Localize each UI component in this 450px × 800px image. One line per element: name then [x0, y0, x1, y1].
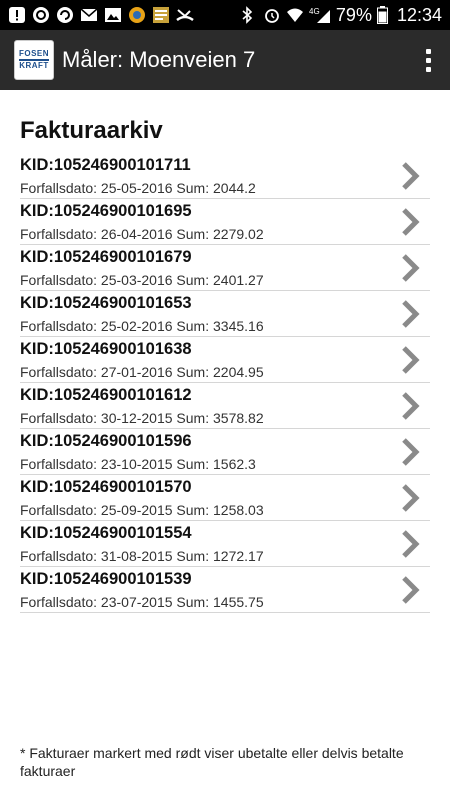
app-icon [128, 6, 146, 24]
chevron-right-icon [400, 391, 420, 421]
invoice-archive: Fakturaarkiv KID:105246900101711 Forfalls… [20, 90, 430, 613]
invoice-details: Forfallsdato: 30-12-2015 Sum: 3578.82 [20, 410, 264, 426]
invoice-row[interactable]: KID:105246900101570 Forfallsdato: 25-09-2… [20, 475, 430, 521]
chevron-right-icon [400, 207, 420, 237]
invoice-kid: KID:105246900101570 [20, 478, 192, 496]
chevron-right-icon [400, 437, 420, 467]
overflow-dot [425, 48, 431, 54]
chevron-right-icon [400, 299, 420, 329]
invoice-details: Forfallsdato: 31-08-2015 Sum: 1272.17 [20, 548, 264, 564]
chevron-right-icon [400, 161, 420, 191]
invoice-kid: KID:105246900101711 [20, 156, 191, 174]
invoice-row[interactable]: KID:105246900101612 Forfallsdato: 30-12-2… [20, 383, 430, 429]
chevron-right-icon [400, 253, 420, 283]
invoice-row[interactable]: KID:105246900101711 Forfallsdato: 25-05-2… [20, 153, 430, 199]
invoice-kid: KID:105246900101653 [20, 294, 192, 312]
invoice-kid: KID:105246900101554 [20, 524, 192, 542]
invoice-details: Forfallsdato: 25-03-2016 Sum: 2401.27 [20, 272, 264, 288]
clock-app-icon [32, 6, 50, 24]
missed-call-icon [176, 6, 194, 24]
overflow-dot [425, 66, 431, 72]
invoice-kid: KID:105246900101638 [20, 340, 192, 358]
alarm-icon [263, 6, 281, 24]
bluetooth-icon [240, 6, 258, 24]
footer-note: * Fakturaer markert med rødt viser ubeta… [20, 745, 404, 779]
page-title: Fakturaarkiv [20, 117, 163, 144]
alert-icon [8, 6, 26, 24]
image-icon [104, 6, 122, 24]
mail-icon [80, 6, 98, 24]
notification-icons [8, 6, 194, 24]
chevron-right-icon [400, 345, 420, 375]
invoice-kid: KID:105246900101679 [20, 248, 192, 266]
signal-icon: 4G [309, 6, 331, 24]
invoice-details: Forfallsdato: 25-09-2015 Sum: 1258.03 [20, 502, 264, 518]
invoice-row[interactable]: KID:105246900101653 Forfallsdato: 25-02-2… [20, 291, 430, 337]
invoice-row[interactable]: KID:105246900101695 Forfallsdato: 26-04-2… [20, 199, 430, 245]
chevron-right-icon [400, 529, 420, 559]
status-bar: 4G 79% 12:34 [0, 0, 450, 30]
fosen-kraft-logo: FOSEN KRAFT [14, 40, 54, 80]
overflow-dot [425, 57, 431, 63]
sync-icon [56, 6, 74, 24]
news-app-icon [152, 6, 170, 24]
invoice-kid: KID:105246900101596 [20, 432, 192, 450]
logo-text-bottom: KRAFT [19, 61, 49, 70]
invoice-details: Forfallsdato: 26-04-2016 Sum: 2279.02 [20, 226, 264, 242]
invoice-row[interactable]: KID:105246900101554 Forfallsdato: 31-08-2… [20, 521, 430, 567]
invoice-details: Forfallsdato: 23-10-2015 Sum: 1562.3 [20, 456, 256, 472]
more-vert-icon[interactable] [418, 40, 438, 80]
invoice-details: Forfallsdato: 27-01-2016 Sum: 2204.95 [20, 364, 264, 380]
chevron-right-icon [400, 483, 420, 513]
invoice-row[interactable]: KID:105246900101638 Forfallsdato: 27-01-2… [20, 337, 430, 383]
app-title: Måler: Moenveien 7 [62, 47, 256, 72]
invoice-list: KID:105246900101711 Forfallsdato: 25-05-2… [20, 153, 430, 613]
invoice-row[interactable]: KID:105246900101539 Forfallsdato: 23-07-2… [20, 567, 430, 613]
invoice-details: Forfallsdato: 25-05-2016 Sum: 2044.2 [20, 180, 256, 196]
app-bar: FOSEN KRAFT Måler: Moenveien 7 [0, 30, 450, 90]
invoice-details: Forfallsdato: 23-07-2015 Sum: 1455.75 [20, 594, 264, 610]
battery-percent: 79% [335, 4, 372, 25]
invoice-kid: KID:105246900101612 [20, 386, 192, 404]
invoice-details: Forfallsdato: 25-02-2016 Sum: 3345.16 [20, 318, 264, 334]
battery-icon [376, 6, 388, 24]
network-type-label: 4G [309, 7, 320, 16]
invoice-row[interactable]: KID:105246900101679 Forfallsdato: 25-03-2… [20, 245, 430, 291]
system-icons: 4G 79% 12:34 [240, 5, 442, 26]
logo-text-top: FOSEN [18, 49, 50, 58]
invoice-row[interactable]: KID:105246900101596 Forfallsdato: 23-10-2… [20, 429, 430, 475]
status-clock: 12:34 [396, 4, 442, 25]
invoice-kid: KID:105246900101539 [20, 570, 192, 588]
wifi-icon [286, 6, 304, 24]
invoice-kid: KID:105246900101695 [20, 202, 192, 220]
chevron-right-icon [400, 575, 420, 605]
